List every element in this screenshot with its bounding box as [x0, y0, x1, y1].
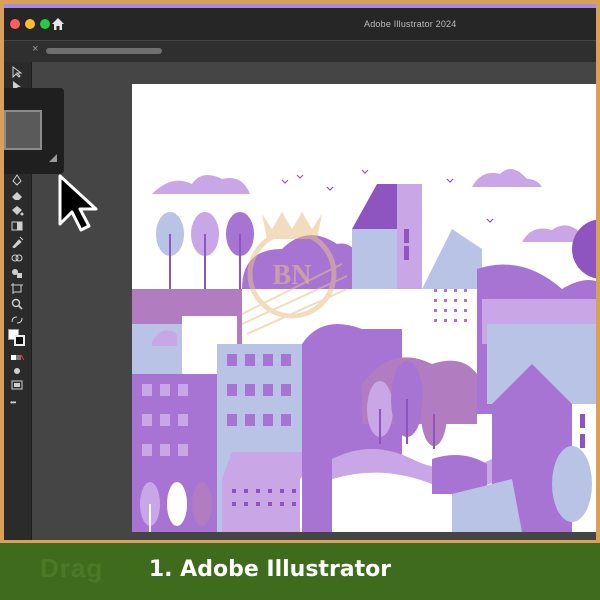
artboard-icon[interactable]: [10, 282, 24, 294]
flyout-panel: [4, 88, 64, 174]
close-window-button[interactable]: [10, 19, 20, 29]
zoom-window-button[interactable]: [40, 19, 50, 29]
document-tab-bar: ×: [4, 40, 596, 62]
close-tab-icon[interactable]: ×: [32, 43, 38, 55]
rectangle-tool-preview[interactable]: [4, 110, 42, 150]
gradient-icon[interactable]: [10, 220, 24, 232]
screen-mode-icon[interactable]: [10, 379, 24, 391]
trees-top: [156, 212, 254, 289]
title-bar: Adobe Illustrator 2024: [4, 4, 596, 44]
app-title: Adobe Illustrator 2024: [364, 19, 457, 29]
banner-caption: 1. Adobe Illustrator: [148, 557, 392, 582]
flyout-arrow-icon[interactable]: [49, 154, 57, 162]
shape-builder-icon[interactable]: [10, 267, 24, 279]
draw-mode-icon[interactable]: [10, 365, 24, 377]
eraser-icon[interactable]: [10, 189, 24, 201]
blend-icon[interactable]: [10, 252, 24, 264]
default-colors-icon[interactable]: [10, 352, 24, 364]
more-tools-icon[interactable]: •••: [10, 398, 24, 410]
watermark-letters: BN: [273, 260, 312, 291]
swap-colors-icon[interactable]: [10, 314, 24, 326]
caption-banner: Drag 1. Adobe Illustrator: [0, 540, 600, 600]
paint-bucket-icon[interactable]: [10, 204, 24, 216]
home-icon[interactable]: [50, 16, 66, 32]
eyedropper-icon[interactable]: [10, 236, 24, 248]
canvas-workspace[interactable]: BN: [32, 62, 596, 552]
minimize-window-button[interactable]: [25, 19, 35, 29]
city-illustration: BN: [132, 169, 596, 532]
mouse-cursor-icon: [58, 174, 98, 232]
selection-icon[interactable]: [10, 66, 24, 78]
zoom-icon[interactable]: [10, 298, 24, 310]
window-controls: [10, 19, 50, 29]
app-window: Adobe Illustrator 2024 × ••• BN: [4, 4, 596, 596]
artboard[interactable]: BN: [132, 84, 596, 532]
document-tab[interactable]: [46, 48, 162, 54]
pen-icon[interactable]: [10, 174, 24, 186]
stroke-color-swatch[interactable]: [14, 335, 25, 346]
